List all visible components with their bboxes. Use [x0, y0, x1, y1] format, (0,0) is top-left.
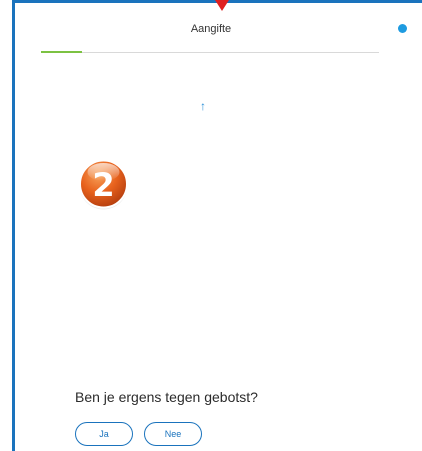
- status-dot-icon: [398, 24, 407, 33]
- dialog-title: Aangifte: [190, 23, 232, 35]
- progress-bar-fill: [41, 51, 82, 53]
- yes-button[interactable]: Ja: [75, 422, 133, 446]
- step-number: 2: [92, 166, 114, 204]
- step-number-badge: 2: [79, 159, 128, 210]
- no-button[interactable]: Nee: [144, 422, 202, 446]
- progress-bar: [41, 51, 379, 53]
- triangle-down-marker-icon: [215, 0, 229, 11]
- dialog-window: Aangifte × ↑ 2 Ben je ergens tegen gebot…: [12, 0, 422, 451]
- arrow-up-icon: ↑: [200, 99, 206, 113]
- question-text: Ben je ergens tegen gebotst?: [75, 389, 258, 405]
